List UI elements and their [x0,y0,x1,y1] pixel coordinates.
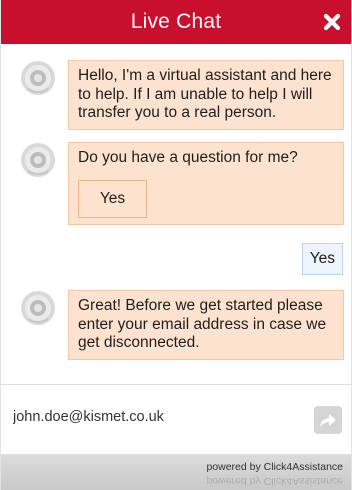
agent-avatar-icon [21,61,55,95]
agent-message-bubble: Great! Before we get started please ente… [68,290,344,360]
close-icon[interactable] [321,11,343,33]
user-message-text: Yes [309,250,335,267]
agent-message-text: Great! Before we get started please ente… [78,297,327,351]
powered-by-reflection: powered by Click4Assistance [206,475,343,487]
agent-avatar-icon [21,291,55,325]
message-list[interactable]: Hello, I'm a virtual assistant and here … [1,44,351,384]
agent-message-bubble: Do you have a question for me? Yes [68,142,344,225]
live-chat-widget: Live Chat Hello, I'm a virtual assistant… [0,0,352,490]
user-message-bubble: Yes [301,243,343,275]
chat-footer: powered by Click4Assistance powered by C… [1,454,351,490]
message-input-area [1,384,351,455]
email-input[interactable] [13,405,293,429]
agent-message-text: Do you have a question for me? [78,149,298,166]
send-arrow-icon[interactable] [313,405,343,435]
agent-message-bubble: Hello, I'm a virtual assistant and here … [68,60,344,130]
yes-quick-reply-button[interactable]: Yes [78,179,147,218]
chat-title: Live Chat [130,10,222,33]
agent-message-text: Hello, I'm a virtual assistant and here … [78,67,332,121]
chat-header: Live Chat [1,0,351,44]
agent-avatar-icon [21,143,55,177]
powered-by-text[interactable]: powered by Click4Assistance [206,461,343,473]
